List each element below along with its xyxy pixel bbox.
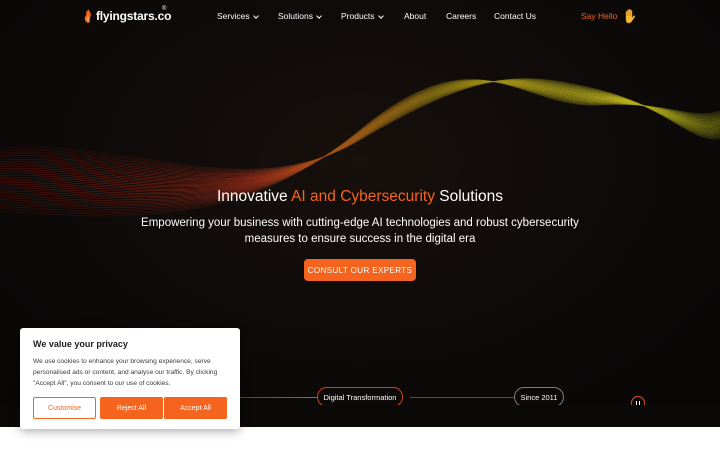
- wave-line: [0, 78, 720, 172]
- chevron-down-icon: [377, 13, 384, 19]
- chevron-down-icon: [252, 13, 259, 19]
- customise-button[interactable]: Customise: [33, 397, 96, 419]
- hero-title-post: Solutions: [434, 188, 504, 205]
- timeline-item-since-2011[interactable]: Since 2011: [514, 387, 564, 405]
- pause-button[interactable]: [631, 396, 645, 405]
- consult-experts-button[interactable]: CONSULT OUR EXPERTS: [304, 259, 416, 281]
- hero-title-pre: Innovative: [216, 188, 292, 205]
- say-hello-link[interactable]: Say Hello: [581, 8, 637, 24]
- nav-item-products[interactable]: Products: [341, 11, 384, 21]
- say-hello-label: Say Hello: [581, 11, 618, 21]
- hero-title: Innovative AI and Cybersecurity Solution…: [0, 188, 720, 206]
- cookie-title: We value your privacy: [33, 339, 128, 349]
- chevron-down-icon: [316, 13, 322, 19]
- wave-line: [0, 78, 720, 170]
- nav-item-about[interactable]: About: [404, 11, 426, 21]
- nav-label: About: [404, 11, 427, 21]
- wave-line: [0, 78, 720, 171]
- nav-label: Products: [341, 11, 375, 21]
- nav-item-contact-us[interactable]: Contact Us: [494, 11, 536, 21]
- nav-item-solutions[interactable]: Solutions: [278, 11, 322, 21]
- accept-all-button[interactable]: Accept All: [164, 397, 227, 419]
- nav-label: Contact Us: [494, 11, 537, 21]
- cookie-consent-banner: We value your privacy We use cookies to …: [20, 328, 240, 429]
- timeline-line: [238, 397, 318, 398]
- hero-subtitle: Empowering your business with cutting-ed…: [141, 217, 579, 245]
- cookie-text: We use cookies to enhance your browsing …: [33, 358, 218, 387]
- reject-all-button[interactable]: Reject All: [100, 397, 163, 419]
- nav-label: Services: [217, 11, 250, 21]
- nav-item-services[interactable]: Services: [217, 11, 259, 21]
- timeline-line: [410, 397, 514, 398]
- nav-item-careers[interactable]: Careers: [446, 11, 476, 21]
- hero-title-accent: AI and Cybersecurity: [291, 188, 435, 205]
- nav-label: Solutions: [278, 11, 313, 21]
- waving-hand-icon: [626, 9, 636, 24]
- timeline-item-digital-transformation[interactable]: Digital Transformation: [317, 387, 403, 405]
- nav-label: Careers: [446, 11, 477, 21]
